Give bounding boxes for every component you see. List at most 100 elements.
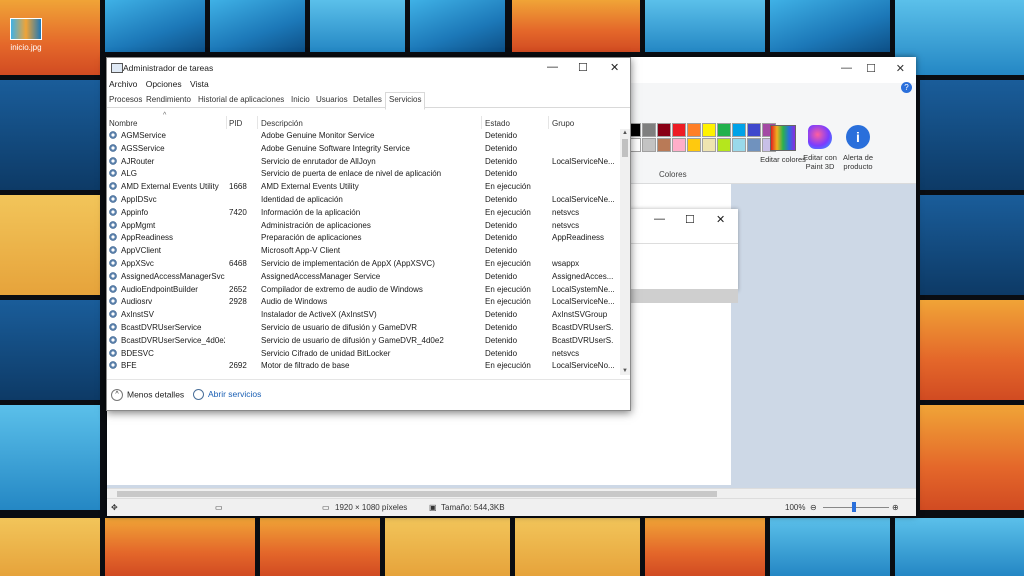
status-bar: ✥ ▭ ▭ 1920 × 1080 píxeles ▣ Tamaño: 544,… [107,498,916,516]
color-swatch[interactable] [657,138,671,152]
service-group: AxInstSVGroup [552,310,608,320]
minimize-button[interactable]: — [841,62,852,74]
save-icon: ▣ [429,503,437,512]
color-swatch[interactable] [732,138,746,152]
zoom-slider-knob[interactable] [852,502,856,512]
color-swatch[interactable] [672,138,686,152]
table-row[interactable]: Audiosrv 2928 Audio de Windows En ejecución… [107,295,620,308]
service-gear-icon [109,233,117,242]
close-button[interactable]: ✕ [716,213,725,226]
service-state: Detenido [485,131,518,140]
service-description: Servicio de usuario de difusión y GameDV… [261,335,444,345]
service-group: BcastDVRUserS... [552,335,614,345]
color-swatch[interactable] [642,123,656,137]
table-row[interactable]: AGSService Adobe Genuine Software Integri… [107,142,620,155]
service-description: Preparación de aplicaciones [261,233,362,243]
zoom-out-button[interactable]: ⊖ [810,503,817,512]
maximize-button[interactable]: ☐ [866,62,876,75]
open-services-link[interactable]: Abrir servicios [193,389,261,401]
scroll-down-icon[interactable]: ▼ [622,368,628,374]
window-title: Administrador de tareas [123,63,214,73]
table-row[interactable]: BFE 2692 Motor de filtrado de base En ejecu… [107,359,620,372]
column-header: ^ Nombre PID Descripción Estado Grupo [107,112,620,129]
palette-icon [770,125,796,151]
zoom-in-button[interactable]: ⊕ [892,503,899,512]
table-row[interactable]: AMD External Events Utility 1668 AMD Exter… [107,180,620,193]
header-name[interactable]: Nombre [109,119,137,128]
header-group[interactable]: Grupo [552,119,574,128]
menu-opciones[interactable]: Opciones [146,79,182,89]
menu-vista[interactable]: Vista [190,79,209,89]
service-state: Detenido [485,246,518,256]
close-button[interactable]: ✕ [896,62,905,75]
header-pid[interactable]: PID [229,119,242,128]
service-description: Servicio de puerta de enlace de nivel de… [261,169,442,179]
service-gear-icon [109,310,117,319]
service-name: AGSService [121,143,165,153]
scroll-thumb[interactable] [117,491,717,497]
maximize-button[interactable]: ☐ [578,61,588,74]
color-swatch[interactable] [717,138,731,152]
color-swatch[interactable] [717,123,731,137]
color-swatch[interactable] [747,138,761,152]
service-group: LocalServiceNe... [552,195,614,204]
zoom-slider[interactable] [823,507,889,508]
table-row[interactable]: BcastDVRUserService_4d0e2 Servicio de usu… [107,334,620,347]
service-state: Detenido [485,169,518,179]
color-swatch[interactable] [702,138,716,152]
column-separator [481,116,482,129]
table-row[interactable]: AGMService Adobe Genuine Monitor Service D… [107,129,620,142]
table-row[interactable]: ALG Servicio de puerta de enlace de nivel… [107,167,620,180]
close-button[interactable]: ✕ [610,61,619,74]
header-state[interactable]: Estado [485,119,510,128]
table-row[interactable]: BDESVC Servicio Cifrado de unidad BitLock… [107,347,620,360]
color-swatch[interactable] [642,138,656,152]
table-row[interactable]: AxInstSV Instalador de ActiveX (AxInstSV)… [107,308,620,321]
color-swatch[interactable] [732,123,746,137]
service-gear-icon [109,195,117,203]
minimize-button[interactable]: — [547,61,558,73]
vertical-scrollbar[interactable]: ▲ ▼ [620,129,630,375]
service-state: En ejecución [485,361,531,371]
product-alert-button[interactable]: i Alerta de producto [835,125,881,171]
table-row[interactable]: AudioEndpointBuilder 2652 Compilador de ex… [107,283,620,296]
service-description: Instalador de ActiveX (AxInstSV) [261,310,377,320]
task-manager-window: Administrador de tareas — ☐ ✕ Archivo Op… [106,57,631,411]
color-swatch[interactable] [687,138,701,152]
maximize-button[interactable]: ☐ [685,213,695,226]
tab-detalles[interactable]: Detalles [353,95,382,104]
tab-inicio[interactable]: Inicio [291,95,310,104]
table-row[interactable]: AJRouter Servicio de enrutador de AllJoyn… [107,155,620,168]
service-gear-icon [109,335,117,344]
table-row[interactable]: AppVClient Microsoft App-V Client Detenido [107,244,620,257]
help-icon[interactable]: ? [901,82,912,93]
table-row[interactable]: AppReadiness Preparación de aplicaciones D… [107,231,620,244]
service-group: LocalServiceNo... [552,361,614,371]
table-row[interactable]: BcastDVRUserService Servicio de usuario d… [107,321,620,334]
table-row[interactable]: AppXSvc 6468 Servicio de implementación de… [107,257,620,270]
dimensions-icon: ▭ [322,503,330,512]
color-swatch[interactable] [657,123,671,137]
color-swatch[interactable] [687,123,701,137]
tab-rendimiento[interactable]: Rendimiento [146,95,191,104]
table-row[interactable]: Appinfo 7420 Información de la aplicación E… [107,206,620,219]
color-swatch[interactable] [672,123,686,137]
color-swatch[interactable] [747,123,761,137]
desktop-file-icon[interactable]: inicio.jpg [6,18,46,52]
scroll-up-icon[interactable]: ▲ [622,130,628,136]
table-row[interactable]: AppMgmt Administración de aplicaciones Det… [107,219,620,232]
scroll-thumb[interactable] [622,139,628,157]
tab-servicios[interactable]: Servicios [385,92,426,110]
tab-usuarios[interactable]: Usuarios [316,95,348,104]
table-row[interactable]: AssignedAccessManagerSvc AssignedAccessMa… [107,270,620,283]
header-description[interactable]: Descripción [261,119,303,128]
tab-historial[interactable]: Historial de aplicaciones [198,95,284,104]
chevron-up-icon: ^ [111,389,123,401]
service-state: En ejecución [485,297,531,307]
menu-archivo[interactable]: Archivo [109,79,137,89]
table-row[interactable]: AppIDSvc Identidad de aplicación Detenido L… [107,193,620,206]
tab-procesos[interactable]: Procesos [109,95,142,104]
minimize-button[interactable]: — [654,213,665,225]
fewer-details-button[interactable]: ^ Menos detalles [111,389,184,401]
color-swatch[interactable] [702,123,716,137]
